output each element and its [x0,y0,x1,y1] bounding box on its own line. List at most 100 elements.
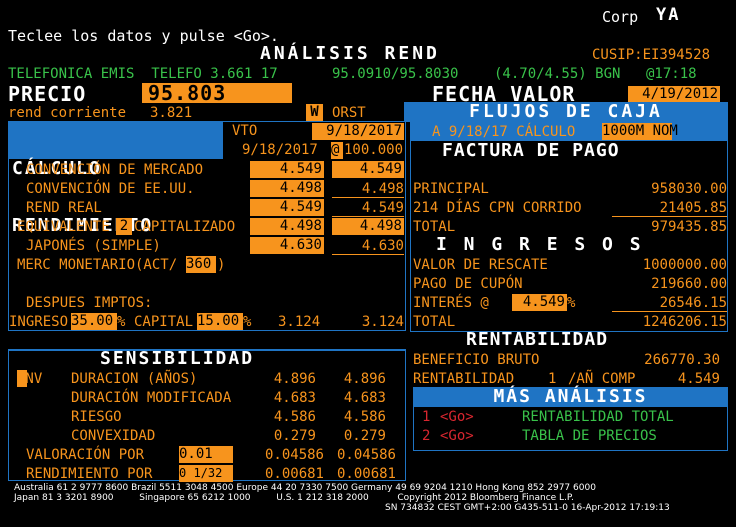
after-tax-value-alt: 3.124 [361,314,404,330]
sens-row-value-alt: 4.683 [343,390,386,406]
calc-row-label: JAPONÉS (SIMPLE) [26,238,161,254]
sens-row-value: 4.586 [273,409,316,425]
quote-time: @17:18 [646,66,697,82]
go-key: <Go> [440,409,474,425]
cash-flow-title: FLUJOS DE CAJA [404,102,728,122]
calc-row-value-alt: 4.498 [361,181,404,197]
page-title: ANÁLISIS REND [260,43,440,64]
redemption-amount: 1000000.00 [642,257,727,273]
money-market-days-input[interactable]: 360 [186,256,216,273]
calc-row-value: 4.549 [250,199,324,216]
income-total-value: 1246206.15 [642,314,727,330]
after-tax-value: 3.124 [278,314,321,330]
calc-title-bar: CÁLCULO RENDIMIENTO [8,121,223,235]
calc-row-value-alt: 4.630 [361,238,404,254]
capital-tax-label: CAPITAL [134,314,194,330]
income-tax-label: INGRESO [9,314,69,330]
principal-label: PRINCIPAL [413,181,489,197]
menu-label: RENTABILIDAD TOTAL [522,409,674,425]
price-label: PRECIO [8,82,87,106]
redemption-value: 100.000 [344,142,404,158]
bond-description: TELEFONICA EMIS TELEFO 3.661 17 [8,66,278,82]
price-value-input[interactable]: 0.01 [179,446,233,463]
sens-row-value: 0.279 [273,428,316,444]
convention-label: CNV [17,371,43,387]
yield-value-result: 0.00681 [264,466,324,482]
coupon-value: 219660.00 [651,276,727,292]
percent-sign: % [243,314,252,330]
gross-profit-label: BENEFICIO BRUTO [413,352,540,368]
after-tax-label: DESPUES IMPTOS: [26,295,153,311]
calc-row-value: 4.498 [250,218,324,235]
invoice-title: FACTURA DE PAGO [442,140,620,161]
sens-row-label: DURACION (AÑOS) [71,371,198,387]
underline [612,216,727,217]
sens-row-label: DURACIÓN MODIFICADA [71,390,232,406]
bloomberg-terminal-screen: Corp YA Teclee los datos y pulse <Go>. A… [0,0,736,527]
calc-row-label: CONVENCIÓN DE EE.UU. [26,181,195,197]
calc-row-label: EQUIVALENTE [17,219,110,235]
interest-value: 26546.15 [659,295,727,311]
price-value-label: VALORACIÓN POR [26,447,145,463]
orst-label: ORST [332,105,366,121]
menu-number: 1 [422,409,431,425]
sens-row-value-alt: 0.279 [343,428,386,444]
calc-row-value-alt: 4.549 [332,161,404,178]
menu-number: 2 [422,428,431,444]
sens-row-value-alt: 4.586 [343,409,386,425]
return-value: 4.549 [677,371,720,387]
calc-row-value-alt: 4.498 [332,218,404,235]
calc-row-value: 4.498 [250,180,324,197]
accrued-label: 214 DÍAS CPN CORRIDO [413,200,582,216]
go-key: <Go> [440,428,474,444]
yield-value-label: RENDIMIENTO POR [26,466,153,482]
calc-row-value: 4.549 [250,161,324,178]
redemption-label: VALOR DE RESCATE [413,257,548,273]
maturity-date-input[interactable]: 9/18/2017 [312,123,404,140]
capital-tax-input[interactable]: 15.00 [197,313,243,330]
sens-row-label: RIESGO [71,409,122,425]
price-input[interactable]: 95.803 [142,83,292,103]
footer-session: SN 734832 CEST GMT+2:00 G435-511-0 16-Ap… [385,503,670,513]
at-sign: @ [331,142,343,159]
more-analysis-title: MÁS ANÁLISIS [413,387,728,407]
income-tax-input[interactable]: 35.00 [71,313,117,330]
current-yield-value: 3.821 [150,105,193,121]
market-sector-label: Corp [602,8,639,26]
calc-row-value-alt: 4.549 [361,200,404,216]
accrued-value: 21405.85 [659,200,727,216]
cash-flow-calc-label: A 9/18/17 CÁLCULO [432,124,576,140]
underline [332,216,404,217]
underline [332,197,404,198]
function-name: YA [656,5,681,25]
calc-row-label-suffix: CAPITALIZADO [134,219,236,235]
workout-date: 9/18/2017 [242,142,318,158]
price-value-result-alt: 0.04586 [336,447,396,463]
return-title: RENTABILIDAD [466,329,609,350]
principal-value: 958030.00 [651,181,727,197]
money-market-close: ) [217,257,226,273]
maturity-label: VTO [232,123,258,139]
sens-row-value-alt: 4.896 [343,371,386,387]
sensitivity-title: SENSIBILIDAD [100,348,255,369]
income-total-label: TOTAL [413,314,456,330]
yield-value-result-alt: 0.00681 [336,466,396,482]
reinvest-rate-input[interactable]: 4.549 [512,294,567,311]
compounding-input[interactable]: 2 [116,218,132,235]
menu-label: TABLA DE PRECIOS [522,428,657,444]
percent-sign: % [117,314,126,330]
calc-row-label: CONVENCIÓN DE MERCADO [26,162,204,178]
calc-row-label: REND REAL [26,200,102,216]
yield-value-input[interactable]: 0 1/32 [179,465,233,482]
coupon-label: PAGO DE CUPÓN [413,276,523,292]
face-amount-input[interactable]: 1000M NOM [602,123,678,140]
income-title: I N G R E S O S [436,234,644,255]
bid-ask-yield: (4.70/4.55) BGN [494,66,621,82]
command-prompt[interactable]: Teclee los datos y pulse <Go>. [8,28,279,45]
cusip-label: CUSIP:EI394528 [592,47,711,63]
worst-flag-input[interactable]: W [306,104,323,121]
underline [332,254,404,255]
sens-row-label: CONVEXIDAD [71,428,156,444]
bid-ask-price: 95.0910/95.8030 [332,66,459,82]
calc-row-value: 4.630 [250,237,324,254]
